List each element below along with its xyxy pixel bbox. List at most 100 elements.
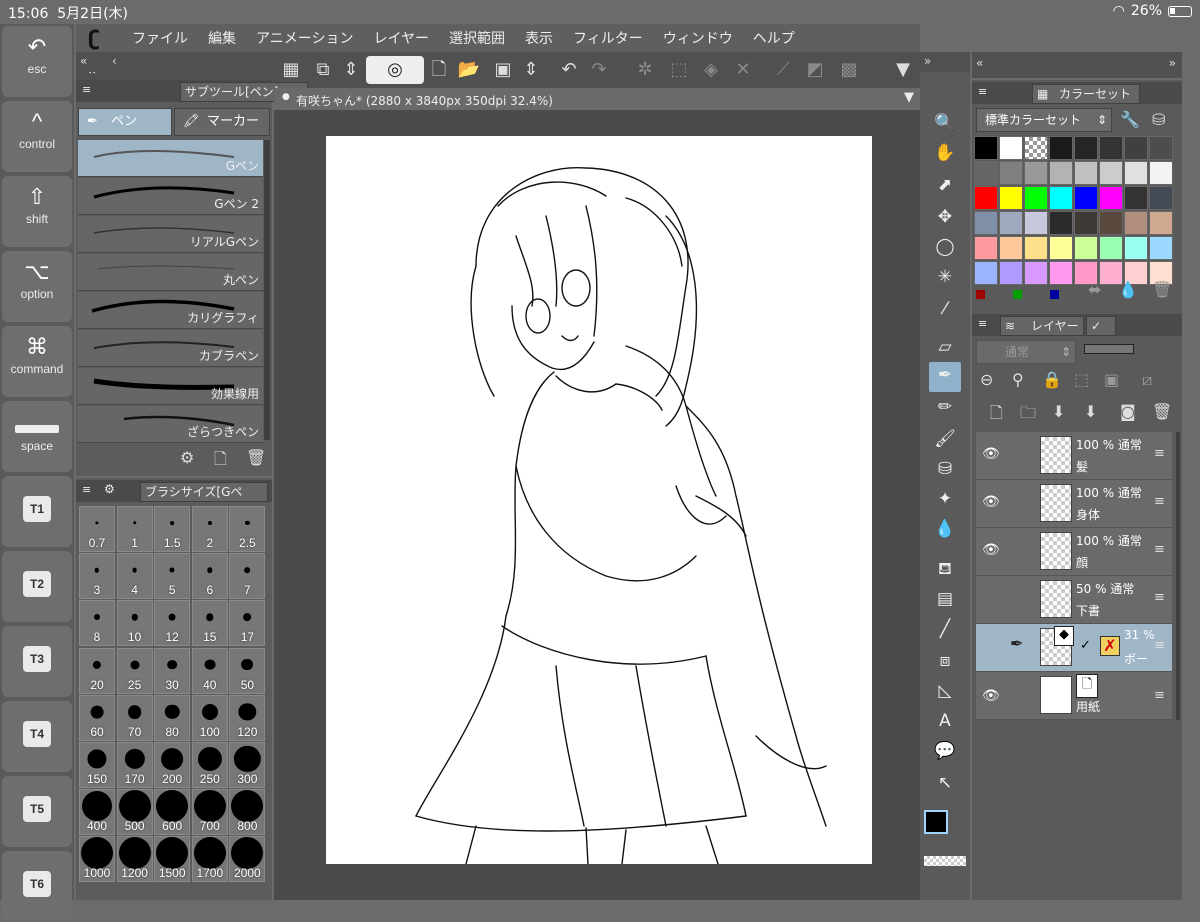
blend-mode-select[interactable]: 通常 ⇕	[976, 340, 1076, 364]
space-key[interactable]: space	[2, 401, 72, 472]
menu-filter[interactable]: フィルター	[573, 28, 643, 48]
eraser-icon[interactable]: ▱	[933, 334, 957, 360]
brush-size-cell[interactable]: 300	[229, 742, 266, 788]
eye-icon[interactable]: 👁	[982, 542, 1000, 558]
brush-size-cell[interactable]: 80	[154, 694, 191, 741]
transform-icon[interactable]: ⬚	[666, 56, 692, 84]
hamburger-icon[interactable]: ≡	[1154, 688, 1165, 703]
t3-key[interactable]: T3	[2, 626, 72, 697]
up-down-arrows-icon[interactable]: ⇕	[518, 56, 544, 84]
brush-size-cell[interactable]: 700	[191, 789, 228, 836]
color-swatch[interactable]	[974, 261, 998, 285]
color-swatch[interactable]	[1049, 161, 1073, 185]
brush-size-cell[interactable]: 4	[116, 553, 153, 600]
layer-scrollbar[interactable]	[1176, 432, 1180, 720]
brush-size-cell[interactable]: 12	[154, 600, 191, 647]
mesh-icon[interactable]: ✕	[730, 56, 756, 84]
color-swatch[interactable]	[1049, 236, 1073, 260]
hamburger-icon[interactable]: ≡	[1154, 542, 1165, 557]
brush-size-cell[interactable]: 2.5	[229, 506, 266, 552]
brush-size-cell[interactable]: 17	[229, 600, 266, 647]
color-swatch[interactable]	[1024, 236, 1048, 260]
brush-size-cell[interactable]: 250	[191, 742, 228, 788]
reference-layer-icon[interactable]: ⚲	[1012, 370, 1024, 389]
decoration-icon[interactable]: ✦	[933, 486, 957, 512]
color-swatch[interactable]	[999, 136, 1023, 160]
color-set-tab[interactable]: ▦ カラーセット	[1032, 84, 1140, 104]
new-file-icon[interactable]: 🗋	[426, 56, 452, 84]
fill-bucket-icon[interactable]: ⛾	[933, 556, 957, 582]
brush-size-cell[interactable]: 600	[154, 789, 191, 836]
clear-icon[interactable]: ✲	[632, 56, 658, 84]
color-swatch[interactable]	[1049, 261, 1073, 285]
redo-icon[interactable]: ↷	[586, 56, 612, 84]
collapse-arrows-icon[interactable]: »	[924, 54, 931, 68]
menu-layer[interactable]: レイヤー	[373, 28, 429, 48]
color-swatch[interactable]	[1024, 136, 1048, 160]
app-logo-icon[interactable]: ʗ	[76, 26, 112, 50]
trash-icon[interactable]: 🗑	[246, 448, 266, 467]
option-key[interactable]: ⌥ option	[2, 251, 72, 322]
menu-dropdown-icon[interactable]: ▼	[890, 56, 916, 84]
gradient-icon[interactable]: ▤	[933, 586, 957, 612]
panel-menu-icon[interactable]: ≡	[82, 83, 91, 96]
color-swatch[interactable]	[1124, 161, 1148, 185]
operation-icon[interactable]: ⬈	[933, 172, 957, 198]
color-swatch[interactable]	[1099, 136, 1123, 160]
replace-color-icon[interactable]: ⬌	[1088, 280, 1101, 299]
brush-size-cell[interactable]: 6	[191, 553, 228, 600]
color-swatch[interactable]	[1024, 161, 1048, 185]
panel-menu-icon[interactable]: ≡	[82, 483, 91, 496]
frame-border-icon[interactable]: ⧈	[933, 648, 957, 674]
undo-icon[interactable]: ↶	[556, 56, 582, 84]
menu-window[interactable]: ウィンドウ	[663, 28, 733, 48]
color-swatch[interactable]	[999, 261, 1023, 285]
t5-key[interactable]: T5	[2, 776, 72, 847]
pen-group-tab[interactable]: ✒ ペン	[78, 108, 172, 136]
pen-tool-icon[interactable]: ✒	[929, 362, 961, 392]
eye-icon[interactable]: 👁	[982, 688, 1000, 704]
recent-color-swatch[interactable]	[1013, 290, 1022, 299]
color-set-select[interactable]: 標準カラーセット ⇕	[976, 108, 1112, 132]
brush-item[interactable]: 効果線用	[78, 368, 263, 405]
color-swatch[interactable]	[1149, 186, 1173, 210]
foreground-color-swatch[interactable]	[924, 810, 948, 834]
color-swatch[interactable]	[1074, 186, 1098, 210]
new-folder-icon[interactable]: 🗀	[1020, 402, 1036, 429]
brush-size-cell[interactable]: 200	[154, 742, 191, 788]
brush-size-cell[interactable]: 800	[229, 789, 266, 836]
delete-layer-icon[interactable]: 🗑	[1152, 402, 1172, 421]
magic-wand-icon[interactable]: ✳	[933, 264, 957, 290]
doc-menu-icon[interactable]: ▼	[904, 90, 914, 105]
brush-size-cell[interactable]: 1500	[154, 836, 191, 883]
brush-item[interactable]: ざらつきペン	[78, 406, 263, 443]
brush-item[interactable]: Gペン 2	[78, 178, 263, 215]
t2-key[interactable]: T2	[2, 551, 72, 622]
brush-size-cell[interactable]: 60	[79, 694, 115, 741]
copy-subtool-icon[interactable]: 🗋	[214, 448, 227, 475]
eyedropper-icon[interactable]: ⁄	[933, 296, 957, 322]
brush-size-cell[interactable]: 3	[79, 553, 115, 600]
color-swatch[interactable]	[974, 186, 998, 210]
color-swatch[interactable]	[1124, 211, 1148, 235]
brush-item[interactable]: カリグラフィ	[78, 292, 263, 329]
recent-color-swatch[interactable]	[1050, 290, 1059, 299]
brush-icon[interactable]: 🖌	[933, 426, 957, 452]
brush-item[interactable]: カブラペン	[78, 330, 263, 367]
clip-layer-icon[interactable]: ⊖	[980, 370, 993, 389]
menu-help[interactable]: ヘルプ	[753, 28, 795, 48]
expand-arrows-icon[interactable]: »	[1169, 56, 1176, 70]
lock-transparency-icon[interactable]: ⬚	[1074, 370, 1089, 389]
merge-selected-icon[interactable]: ⬇	[1084, 402, 1097, 421]
color-swatch[interactable]	[1024, 261, 1048, 285]
spiral-logo-button[interactable]: ◎	[366, 56, 424, 84]
open-folder-icon[interactable]: 📂	[456, 56, 482, 84]
color-swatch[interactable]	[1099, 211, 1123, 235]
color-swatch[interactable]	[1049, 136, 1073, 160]
brush-item[interactable]: 丸ペン	[78, 254, 263, 291]
draft-layer-icon[interactable]: ⧄	[1142, 370, 1152, 390]
color-swatch[interactable]	[999, 186, 1023, 210]
control-key[interactable]: ^ control	[2, 101, 72, 172]
document-title[interactable]: 有咲ちゃん* (2880 x 3840px 350dpi 32.4%)	[296, 92, 553, 109]
text-tool-icon[interactable]: A	[933, 708, 957, 734]
